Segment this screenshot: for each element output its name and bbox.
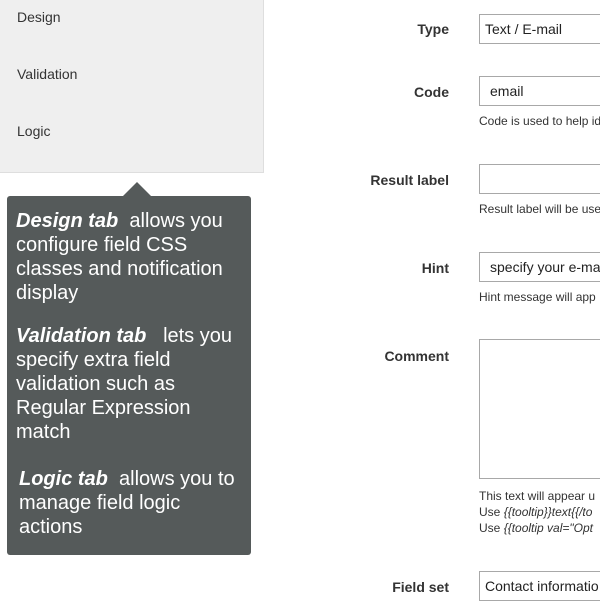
code-input[interactable] [479,76,600,106]
result-label-input[interactable] [479,164,600,194]
tooltip-design-title: Design tab [16,210,119,232]
type-select[interactable]: Text / E-mail [479,14,600,44]
tooltip-logic-title: Logic tab [19,468,108,490]
field-set-label: Field set [392,579,449,595]
comment-help-tooltip-val-usage: Use {{tooltip val="Opt [479,521,593,535]
tooltip-validation-title: Validation tab [16,325,147,347]
comment-help-tooltip-usage: Use {{tooltip}}text{{/to [479,505,592,519]
tabs-help-tooltip: Design tab allows you configure field CS… [7,182,251,555]
result-label-help-text: Result label will be use [479,202,600,216]
comment-help-tooltip-code: {{tooltip}}text{{/to [503,505,593,519]
tooltip-arrow [123,182,151,196]
field-settings-tabs: Design Validation Logic [0,0,264,173]
tooltip-validation-paragraph: Validation tab lets you specify extra fi… [16,324,248,444]
tab-validation[interactable]: Validation [17,66,77,82]
tab-design[interactable]: Design [17,9,61,25]
comment-help-use-label: Use [479,505,504,519]
type-label: Type [417,21,449,37]
comment-help-text: This text will appear u [479,489,596,503]
tooltip-design-paragraph: Design tab allows you configure field CS… [16,209,246,305]
comment-help-use-label-2: Use [479,521,504,535]
result-label-label: Result label [370,172,449,188]
tab-logic[interactable]: Logic [17,123,50,139]
field-set-select[interactable]: Contact informatio [479,571,600,601]
comment-label: Comment [384,348,449,364]
hint-input[interactable] [479,252,600,282]
code-help-text: Code is used to help id [479,114,600,128]
comment-textarea[interactable] [479,339,600,479]
comment-help-tooltip-val-code: {{tooltip val="Opt [503,521,594,535]
hint-label: Hint [421,260,449,276]
code-label: Code [414,84,449,100]
tooltip-logic-paragraph: Logic tab allows you to manage field log… [19,467,241,539]
hint-help-text: Hint message will app [479,290,596,304]
